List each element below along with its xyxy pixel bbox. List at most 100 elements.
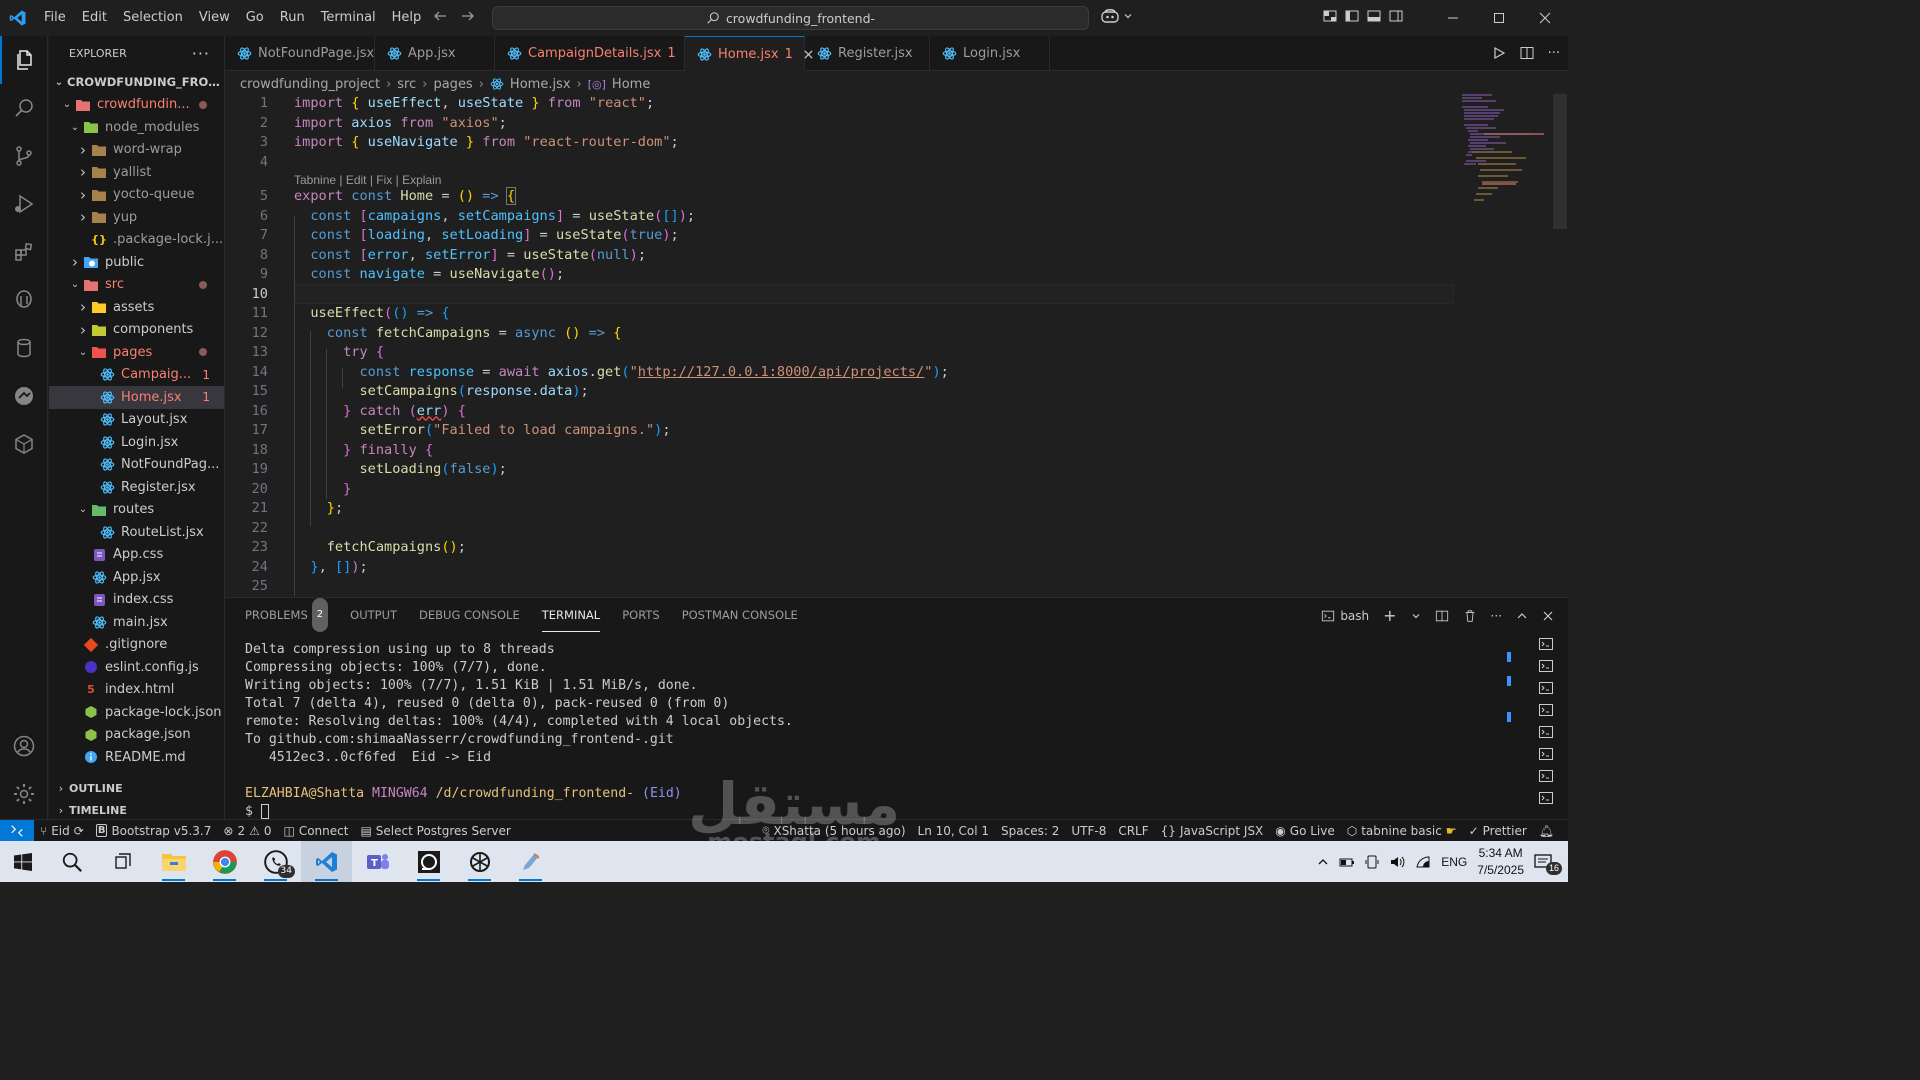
terminal-output[interactable]: Delta compression using up to 8 threads C… (245, 641, 793, 821)
forward-arrow-icon[interactable] (460, 8, 476, 24)
tab-ports[interactable]: PORTS (622, 598, 659, 632)
tab-terminal[interactable]: TERMINAL (541, 598, 601, 632)
toggle-sidebar-icon[interactable] (1344, 8, 1360, 24)
postgres-icon[interactable] (0, 276, 48, 324)
editor-tab[interactable]: Home.jsx 1 (685, 36, 813, 71)
search-icon[interactable] (0, 84, 48, 132)
file-explorer-icon[interactable] (148, 841, 199, 882)
more-actions-icon[interactable]: ··· (1491, 609, 1502, 623)
indentation-status[interactable]: Spaces: 2 (995, 824, 1065, 838)
customize-layout-icon[interactable] (1322, 8, 1338, 24)
chevron-down-icon[interactable] (1411, 611, 1421, 621)
tab-output[interactable]: OUTPUT (350, 598, 397, 632)
notification-center-icon[interactable]: 16 (1534, 853, 1562, 875)
extensions-icon[interactable] (0, 228, 48, 276)
task-view-icon[interactable] (97, 841, 148, 882)
editor-tab[interactable]: CampaignDetails.jsx 1 (495, 36, 685, 71)
tree-file-item[interactable]: README.md (49, 746, 224, 769)
tree-file-item[interactable]: .gitignore (49, 634, 224, 657)
maximize-panel-icon[interactable] (1516, 610, 1528, 622)
back-arrow-icon[interactable] (432, 8, 448, 24)
tree-file-item[interactable]: App.jsx (49, 566, 224, 589)
breadcrumb-pages[interactable]: pages (433, 77, 472, 92)
editor-tab[interactable]: Register.jsx (805, 36, 930, 71)
input-language[interactable]: ENG (1441, 855, 1467, 869)
volume-icon[interactable] (1389, 854, 1405, 870)
tree-folder-item[interactable]: › yocto-queue (49, 184, 224, 207)
breadcrumb-symbol[interactable]: Home (612, 77, 650, 92)
minimize-button[interactable] (1430, 0, 1476, 36)
vscode-taskbar-icon[interactable] (301, 841, 352, 882)
search-icon[interactable] (46, 841, 97, 882)
chatgpt-icon[interactable] (454, 841, 505, 882)
tab-problems[interactable]: PROBLEMS 2 (245, 598, 329, 632)
whatsapp-icon[interactable]: 34 (250, 841, 301, 882)
api-url-link[interactable]: http://127.0.0.1:8000/api/projects/ (638, 364, 924, 380)
tree-file-item[interactable]: Campaig... 1 (49, 364, 224, 387)
more-actions-icon[interactable]: ··· (192, 44, 210, 63)
wifi-icon[interactable] (1415, 854, 1431, 870)
run-debug-icon[interactable] (0, 180, 48, 228)
tree-file-item[interactable]: Login.jsx (49, 431, 224, 454)
database-icon[interactable] (0, 324, 48, 372)
split-editor-icon[interactable] (1520, 46, 1534, 61)
command-center-search[interactable]: crowdfunding_frontend- (492, 6, 1089, 30)
remote-indicator-icon[interactable] (0, 819, 34, 842)
editor-tab[interactable]: NotFoundPage.jsx (225, 36, 375, 71)
tree-folder-item[interactable]: › public (49, 251, 224, 274)
editor-scrollbar[interactable] (1553, 94, 1567, 229)
tree-folder-item[interactable]: ⌄ crowdfundin... (49, 94, 224, 117)
tree-folder-item[interactable]: ⌄ pages (49, 341, 224, 364)
close-panel-icon[interactable] (1542, 610, 1554, 622)
more-actions-icon[interactable]: ··· (1548, 46, 1560, 61)
terminal-instance-icon[interactable] (1538, 702, 1554, 718)
postgres-server-status[interactable]: ▤ Select Postgres Server (354, 824, 516, 838)
problems-status[interactable]: ⊗ 2 ⚠ 0 (217, 824, 277, 838)
run-play-icon[interactable] (1492, 46, 1506, 61)
breadcrumb-src[interactable]: src (397, 77, 416, 92)
minimap[interactable] (1458, 94, 1552, 214)
menu-view[interactable]: View (191, 0, 238, 36)
tab-postman-console[interactable]: POSTMAN CONSOLE (682, 598, 798, 632)
settings-gear-icon[interactable] (0, 770, 48, 818)
source-control-icon[interactable] (0, 132, 48, 180)
battery-icon[interactable] (1339, 854, 1355, 870)
cursor-position[interactable]: Ln 10, Col 1 (912, 824, 996, 838)
tree-file-item[interactable]: package-lock.json (49, 701, 224, 724)
tree-folder-item[interactable]: › word-wrap (49, 139, 224, 162)
terminal-instance-icon[interactable] (1538, 636, 1554, 652)
tree-folder-item[interactable]: › components (49, 319, 224, 342)
editor-tab[interactable]: App.jsx (375, 36, 495, 71)
tree-file-item[interactable]: Register.jsx (49, 476, 224, 499)
tree-folder-item[interactable]: ⌄ src (49, 274, 224, 297)
remote-explorer-icon[interactable] (0, 372, 48, 420)
menu-run[interactable]: Run (272, 0, 313, 36)
git-blame-status[interactable]: ⌾ XShatta (5 hours ago) (756, 823, 911, 838)
encoding-status[interactable]: UTF-8 (1065, 824, 1112, 838)
tree-file-item[interactable]: {} .package-lock.j... (49, 229, 224, 252)
menu-go[interactable]: Go (238, 0, 272, 36)
copilot-button[interactable] (1100, 8, 1133, 24)
terminal-profile[interactable]: bash (1321, 609, 1369, 623)
breadcrumb-project[interactable]: crowdfunding_project (240, 77, 380, 92)
terminal-instance-icon[interactable] (1538, 658, 1554, 674)
tree-folder-item[interactable]: › assets (49, 296, 224, 319)
notifications-bell-icon[interactable]: 🔔︎ (1533, 824, 1568, 838)
split-terminal-icon[interactable] (1435, 609, 1449, 623)
tab-debug-console[interactable]: DEBUG CONSOLE (419, 598, 520, 632)
tree-file-item[interactable]: Layout.jsx (49, 409, 224, 432)
maximize-button[interactable] (1476, 0, 1522, 36)
new-terminal-plus-icon[interactable]: + (1383, 606, 1396, 625)
menu-selection[interactable]: Selection (115, 0, 191, 36)
teams-icon[interactable]: T (352, 841, 403, 882)
trash-icon[interactable] (1463, 609, 1477, 623)
code-editor[interactable]: 1 import { useEffect, useState } from "re… (225, 94, 1568, 596)
eol-status[interactable]: CRLF (1112, 824, 1154, 838)
close-window-button[interactable] (1522, 0, 1568, 36)
explorer-icon[interactable] (0, 36, 48, 84)
terminal-instance-icon[interactable] (1538, 724, 1554, 740)
windows-start-icon[interactable] (0, 841, 46, 882)
tree-file-item[interactable]: Home.jsx 1 (49, 386, 224, 409)
toggle-secondary-sidebar-icon[interactable] (1388, 8, 1404, 24)
docker-icon[interactable] (0, 420, 48, 468)
